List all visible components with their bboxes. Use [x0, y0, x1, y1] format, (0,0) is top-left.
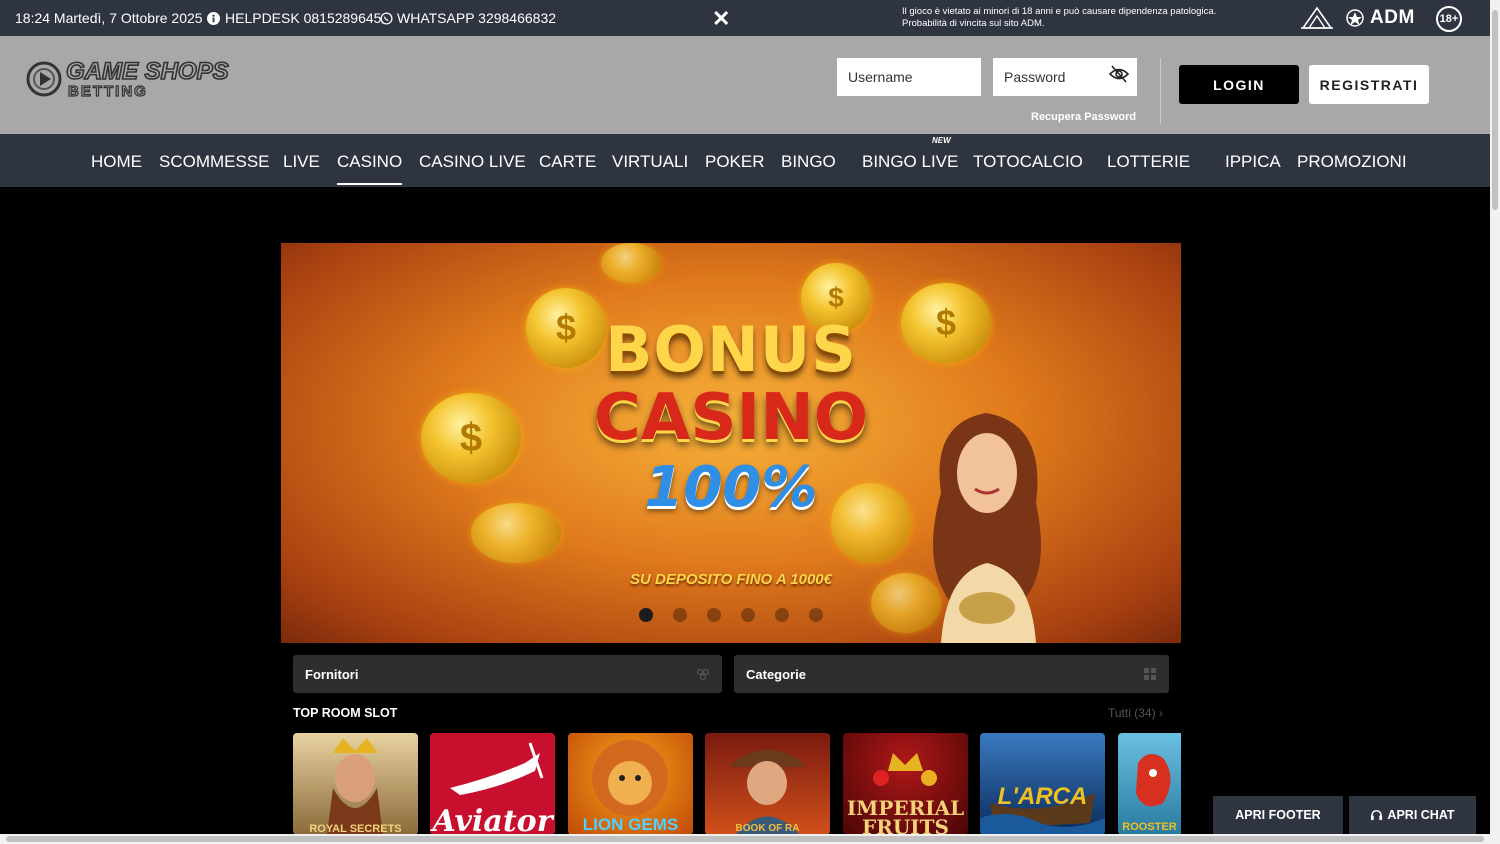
- carousel-dot[interactable]: [809, 608, 823, 622]
- coin-graphic: [601, 243, 661, 283]
- explorer-image: [730, 749, 805, 835]
- woman-image: [933, 413, 1041, 643]
- game-name: LION GEMS: [582, 815, 679, 834]
- apri-footer-button[interactable]: APRI FOOTER: [1213, 796, 1343, 834]
- eye-off-icon[interactable]: [1109, 65, 1129, 83]
- carousel-dot[interactable]: [707, 608, 721, 622]
- nav-ippica[interactable]: IPPICA: [1225, 152, 1281, 172]
- logo-main-text: GAME SHOPS: [66, 58, 229, 85]
- promo-banner[interactable]: $ $ $ $ BONUS CASINO 100% SU DEPOSITO FI…: [281, 243, 1181, 643]
- whatsapp-text: WHATSAPP 3298466832: [397, 10, 557, 26]
- nav-poker[interactable]: POKER: [705, 152, 765, 172]
- nav-totocalcio[interactable]: TOTOCALCIO: [973, 152, 1083, 172]
- game-tile[interactable]: BOOK OF RA: [705, 733, 830, 835]
- helpdesk-link[interactable]: HELPDESK 0815289645: [207, 10, 381, 26]
- login-button[interactable]: LOGIN: [1179, 65, 1299, 104]
- vertical-scrollbar[interactable]: [1490, 0, 1500, 844]
- game-name: ROOSTER: [1122, 821, 1177, 833]
- close-icon[interactable]: ✕: [712, 6, 730, 32]
- nav-promozioni[interactable]: PROMOZIONI: [1297, 152, 1407, 172]
- rooster-image: [1136, 754, 1171, 807]
- carousel-dots: [639, 608, 823, 622]
- warning-line-1: Il gioco è vietato ai minori di 18 anni …: [902, 6, 1217, 17]
- coin-graphic: $: [421, 393, 521, 483]
- nav-lotterie[interactable]: LOTTERIE: [1107, 152, 1190, 172]
- apri-chat-button[interactable]: APRI CHAT: [1349, 796, 1476, 834]
- nav-virtuali[interactable]: VIRTUALI: [612, 152, 688, 172]
- gambling-warning: Il gioco è vietato ai minori di 18 anni …: [902, 6, 1262, 30]
- game-name: L'ARCA: [997, 783, 1088, 810]
- headset-icon: [1371, 809, 1383, 820]
- game-name: IMPERIAL FRUITS: [846, 796, 965, 835]
- fornitori-dropdown[interactable]: Fornitori: [293, 655, 722, 693]
- carousel-dot[interactable]: [673, 608, 687, 622]
- game-name: BOOK OF RA: [735, 823, 800, 834]
- tutti-link[interactable]: Tutti (34) ›: [1108, 706, 1163, 720]
- top-info-bar: 18:24 Martedì, 7 Ottobre 2025 HELPDESK 0…: [0, 0, 1490, 36]
- site-header: GAME SHOPS BETTING Recupera Password LOG…: [0, 36, 1490, 134]
- grid-icon: [1144, 668, 1156, 680]
- king-image: [327, 738, 383, 835]
- coin-graphic: $: [901, 283, 991, 363]
- apri-footer-label: APRI FOOTER: [1235, 808, 1321, 822]
- nav-casino[interactable]: CASINO: [337, 152, 403, 185]
- age-18-badge: 18+: [1436, 6, 1462, 32]
- tutti-label: Tutti (34): [1108, 706, 1156, 720]
- banner-percent: 100%: [644, 455, 818, 520]
- game-tile[interactable]: IMPERIAL FRUITS: [843, 733, 968, 835]
- carousel-dot[interactable]: [775, 608, 789, 622]
- warning-line-2: Probabilità di vincita sul sito ADM.: [902, 18, 1045, 29]
- new-badge: NEW: [932, 136, 951, 145]
- fornitori-label: Fornitori: [305, 667, 359, 682]
- game-tile[interactable]: ROOSTER: [1118, 733, 1181, 835]
- apri-chat-label: APRI CHAT: [1387, 808, 1455, 822]
- username-input[interactable]: [837, 58, 981, 96]
- carousel-dot[interactable]: [741, 608, 755, 622]
- main-nav: HOME SCOMMESSE LIVE CASINO CASINO LIVE C…: [0, 134, 1490, 187]
- nav-scommesse[interactable]: SCOMMESSE: [159, 152, 270, 172]
- whatsapp-icon: [380, 11, 393, 25]
- whatsapp-link[interactable]: WHATSAPP 3298466832: [380, 10, 556, 26]
- scroll-thumb[interactable]: [6, 836, 1484, 842]
- banner-subtitle: SU DEPOSITO FINO A 1000€: [629, 571, 832, 588]
- datetime: 18:24 Martedì, 7 Ottobre 2025: [15, 10, 203, 26]
- nav-live[interactable]: LIVE: [283, 152, 320, 172]
- carousel-dot[interactable]: [639, 608, 653, 622]
- nav-casino-live[interactable]: CASINO LIVE: [419, 152, 526, 172]
- horizontal-scrollbar[interactable]: [0, 834, 1490, 844]
- banner-title-bonus: BONUS: [605, 313, 857, 386]
- nav-carte[interactable]: CARTE: [539, 152, 596, 172]
- nav-bingo[interactable]: BINGO: [781, 152, 836, 172]
- italy-emblem-icon: [1346, 9, 1364, 27]
- banner-title-casino: CASINO: [593, 381, 869, 455]
- logo-sub-text: BETTING: [68, 83, 148, 100]
- categorie-label: Categorie: [746, 667, 806, 682]
- categorie-dropdown[interactable]: Categorie: [734, 655, 1169, 693]
- register-button[interactable]: REGISTRATI: [1309, 65, 1429, 104]
- adm-label: ADM: [1370, 7, 1415, 28]
- providers-icon: [696, 668, 710, 680]
- section-title: TOP ROOM SLOT: [293, 706, 398, 720]
- game-tile[interactable]: ROYAL SECRETS: [293, 733, 418, 835]
- chevron-right-icon: ›: [1158, 706, 1163, 720]
- nav-home[interactable]: HOME: [91, 152, 142, 172]
- adm-emblem-icon: [1301, 6, 1333, 29]
- coin-graphic: [831, 483, 911, 563]
- helpdesk-text: HELPDESK 0815289645: [225, 10, 382, 26]
- scroll-thumb[interactable]: [1492, 10, 1498, 210]
- nav-bingo-live[interactable]: BINGO LIVE: [862, 152, 958, 172]
- recupera-password-link[interactable]: Recupera Password: [1031, 111, 1136, 123]
- coin-graphic: [471, 503, 561, 563]
- info-icon: [207, 11, 220, 25]
- game-name: Aviator: [432, 804, 553, 835]
- game-tile[interactable]: Aviator: [430, 733, 555, 835]
- game-tile[interactable]: LION GEMS: [568, 733, 693, 835]
- header-divider: [1160, 58, 1161, 124]
- gameshops-logo[interactable]: GAME SHOPS BETTING: [26, 58, 276, 100]
- game-tile[interactable]: L'ARCA: [980, 733, 1105, 835]
